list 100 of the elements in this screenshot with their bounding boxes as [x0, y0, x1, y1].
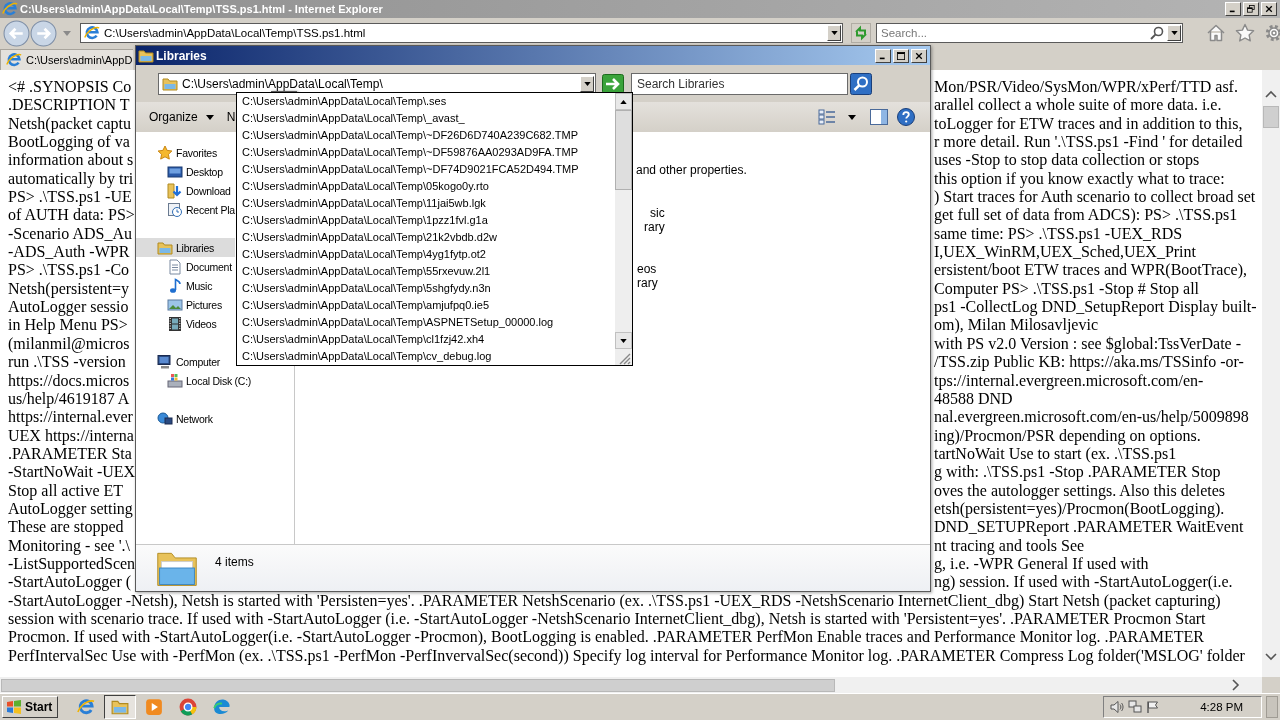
scroll-down-icon[interactable]	[1265, 653, 1277, 661]
dropdown-button[interactable]	[580, 75, 594, 92]
scroll-up-icon[interactable]	[1265, 90, 1277, 98]
forward-button[interactable]	[30, 19, 57, 47]
film-strip-icon	[167, 315, 183, 332]
nav-item[interactable]: Libraries	[136, 238, 235, 257]
toolbar-button[interactable]: Organize	[142, 106, 221, 128]
toolbar-button[interactable]: N	[220, 106, 238, 128]
scroll-thumb[interactable]	[1263, 106, 1279, 128]
help-icon[interactable]	[897, 108, 915, 126]
suggestion-item[interactable]: C:\Users\admin\AppData\Local\Temp\ASPNETSetup_00000.log	[237, 314, 615, 331]
scroll-thumb[interactable]	[615, 110, 632, 190]
nav-item[interactable]: Computer	[136, 352, 221, 371]
dropdown-button[interactable]	[827, 25, 841, 41]
suggestion-item[interactable]: C:\Users\admin\AppData\Local\Temp\.ses	[237, 93, 615, 110]
scroll-thumb[interactable]	[1, 678, 835, 692]
minimize-button[interactable]	[875, 48, 891, 63]
suggestion-item[interactable]: C:\Users\admin\AppData\Local\Temp\_avast_	[237, 110, 615, 127]
suggestion-item[interactable]: C:\Users\admin\AppData\Local\Temp\05kogo0y.rto	[237, 178, 615, 195]
caret-icon	[830, 31, 838, 35]
scroll-up-button[interactable]	[615, 93, 632, 110]
document-icon	[167, 258, 183, 275]
start-button[interactable]: Start	[2, 696, 59, 718]
nav-item[interactable]: Recent Pla	[136, 200, 235, 219]
scroll-down-button[interactable]	[615, 332, 632, 349]
text-line: Monitoring - see '.\	[8, 536, 130, 554]
nav-item[interactable]: Favorites	[136, 143, 217, 162]
preview-pane-icon[interactable]	[870, 109, 888, 125]
minimize-button[interactable]	[1225, 2, 1241, 16]
clock[interactable]: 4:28 PM	[1200, 701, 1243, 713]
browser-tab[interactable]: C:\Users\admin\AppD	[0, 49, 134, 70]
back-button[interactable]	[3, 19, 30, 47]
suggestion-item[interactable]: C:\Users\admin\AppData\Local\Temp\1pzz1fvl.g1a	[237, 212, 615, 229]
close-button[interactable]	[911, 48, 927, 63]
text-line: (milanmil@micros	[8, 334, 130, 352]
nav-item[interactable]: Music	[136, 276, 213, 295]
nav-item[interactable]: Local Disk (C:)	[136, 371, 252, 390]
search-box[interactable]: Search...	[876, 23, 1183, 43]
nav-item[interactable]: Videos	[136, 314, 217, 333]
scroll-right-icon[interactable]	[1232, 679, 1240, 691]
nav-item[interactable]: Document	[136, 257, 232, 276]
speaker-icon[interactable]	[1110, 700, 1125, 714]
address-field[interactable]: C:\Users\admin\AppData\Local\Temp\TSS.ps1.html	[100, 25, 827, 41]
text-line: ersistent/boot ETW traces and WPR(BootTrace),	[934, 261, 1247, 280]
nav-item[interactable]: Pictures	[136, 295, 222, 314]
search-field[interactable]: Search Libraries	[631, 72, 848, 95]
wave-logo-icon	[213, 698, 232, 716]
home-icon[interactable]	[1206, 23, 1226, 43]
suggestion-item[interactable]: C:\Users\admin\AppData\Local\Temp\11jai5wb.lgk	[237, 195, 615, 212]
network-icon[interactable]	[1128, 700, 1143, 714]
computer-icon	[157, 353, 173, 370]
suggestion-item[interactable]: C:\Users\admin\AppData\Local\Temp\4yg1fytp.ot2	[237, 246, 615, 263]
search-field[interactable]: Search...	[877, 25, 1147, 41]
text-line: Stop all active ET	[8, 481, 124, 499]
text-line: r more detail. Run '.\TSS.ps1 -Find ' for detailed	[934, 133, 1243, 152]
settings-icon[interactable]	[1264, 23, 1280, 43]
suggestion-item[interactable]: C:\Users\admin\AppData\Local\Temp\~DF74D9021FCA52D494.TMP	[237, 161, 615, 178]
list-scrollbar[interactable]	[615, 93, 632, 365]
taskbar-button[interactable]	[104, 695, 137, 719]
restore-button[interactable]	[1243, 2, 1259, 16]
nav-item[interactable]: Download	[136, 181, 231, 200]
maximize-icon	[897, 51, 905, 60]
go-button[interactable]	[602, 73, 624, 94]
text-line: same time: PS> .\TSS.ps1 -UEX_RDS	[934, 224, 1183, 244]
dropdown-button[interactable]	[1167, 25, 1181, 41]
suggestion-item[interactable]: C:\Users\admin\AppData\Local\Temp\cl1fzj42.xh4	[237, 331, 615, 348]
address-bar[interactable]: C:\Users\admin\AppData\Local\Temp\	[158, 72, 596, 95]
folder-icon	[162, 75, 178, 92]
suggestion-item[interactable]: C:\Users\admin\AppData\Local\Temp\21k2vbdb.d2w	[237, 229, 615, 246]
text-line: arallel collect a whole suite of more data. i.e.	[934, 96, 1222, 115]
vertical-scrollbar[interactable]	[1262, 70, 1280, 677]
suggestion-item[interactable]: C:\Users\admin\AppData\Local\Temp\55rxevuw.2l1	[237, 263, 615, 280]
address-field[interactable]: C:\Users\admin\AppData\Local\Temp\	[178, 75, 580, 92]
nav-item[interactable]: Network	[136, 409, 213, 428]
text-line: ) Start traces for Auth scenario to collect broad set	[934, 188, 1256, 207]
text-line: Mon/PSR/Video/SysMon/WPR/xPerf/TTD asf.	[934, 78, 1238, 97]
suggestion-item[interactable]: C:\Users\admin\AppData\Local\Temp\5shgfydy.n3n	[237, 280, 615, 297]
suggestion-item[interactable]: C:\Users\admin\AppData\Local\Temp\cv_debug.log	[237, 348, 615, 365]
search-icon[interactable]	[1150, 26, 1164, 40]
text-line: https://docs.micros	[8, 371, 130, 389]
suggestion-item[interactable]: C:\Users\admin\AppData\Local\Temp\amjufpq0.ie5	[237, 297, 615, 314]
suggestion-item[interactable]: C:\Users\admin\AppData\Local\Temp\~DF26D6D740A239C682.TMP	[237, 127, 615, 144]
horizontal-scrollbar[interactable]	[0, 677, 1262, 693]
text-line: ing)/Procmon/PSR depending on options.	[934, 426, 1201, 445]
close-button[interactable]	[1261, 2, 1277, 16]
text-line: <# .SYNOPSIS Co	[8, 78, 132, 95]
text-line: -StartAutoLogger -Netsh), Netsh is started with 'Persisten=yes'. .PARAMETER NetshScenario (ex. .\TSS.ps1 -UEX_RDS -NetshScenario InternetClient_dbg) Start Netsh (packet capturing)	[8, 591, 1221, 610]
maximize-button[interactable]	[893, 48, 909, 63]
star-icon[interactable]	[1235, 23, 1255, 43]
up-caret-icon	[620, 99, 627, 104]
search-button[interactable]	[850, 72, 872, 95]
view-options-icon[interactable]	[818, 109, 836, 125]
address-bar[interactable]: C:\Users\admin\AppData\Local\Temp\TSS.ps1.html	[80, 23, 843, 43]
text-line: Netsh(persistent=y	[8, 279, 129, 297]
window-title: C:\Users\admin\AppData\Local\Temp\TSS.ps1.html - Internet Explorer	[20, 3, 383, 15]
caret-icon[interactable]	[848, 114, 856, 120]
nav-item[interactable]: Desktop	[136, 162, 223, 181]
flag-icon[interactable]	[1146, 700, 1161, 714]
suggestion-item[interactable]: C:\Users\admin\AppData\Local\Temp\~DF59876AA0293AD9FA.TMP	[237, 144, 615, 161]
text-line: These are stopped	[8, 518, 124, 536]
